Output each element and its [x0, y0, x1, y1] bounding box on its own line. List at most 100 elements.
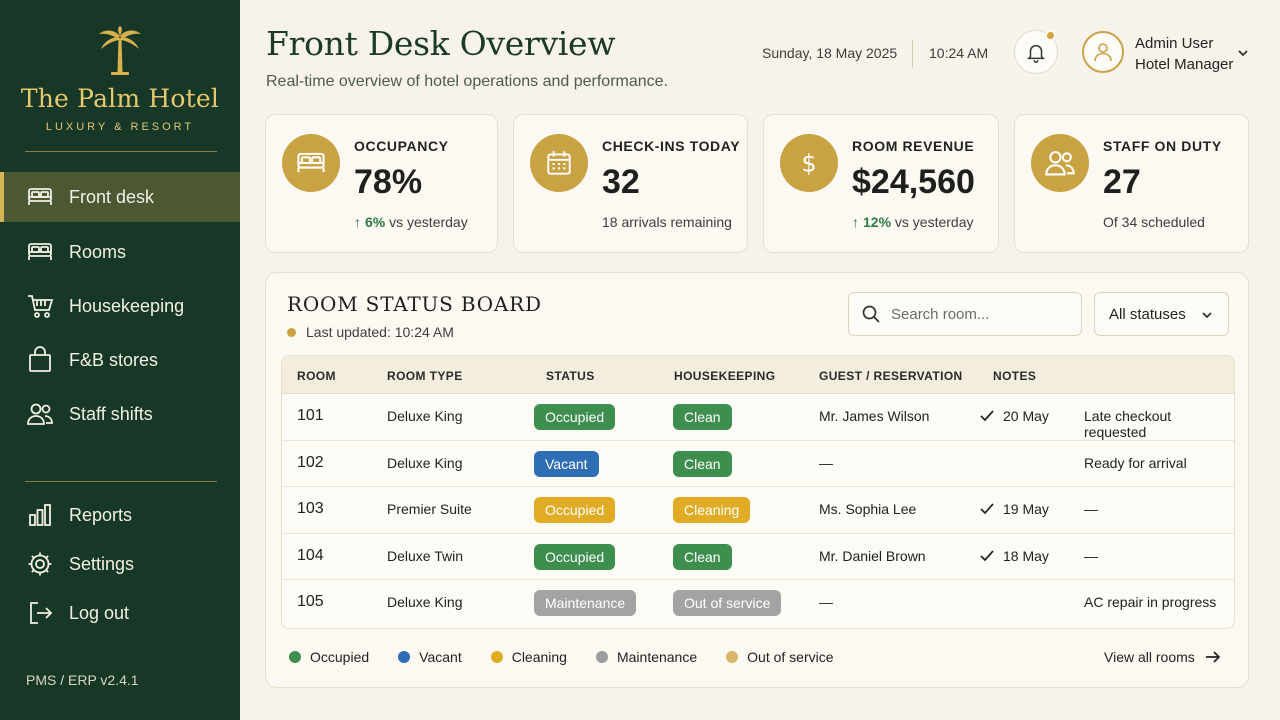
room-number: 102 [297, 453, 324, 471]
checkout-date-text: 20 May [1003, 408, 1049, 424]
guest-name: — [819, 454, 833, 471]
legend-occupied: Occupied [289, 649, 369, 665]
notification-badge [1045, 30, 1056, 41]
chevron-down-icon[interactable] [1236, 46, 1250, 60]
column-header-guest[interactable]: GUEST / RESERVATION [819, 369, 963, 383]
sidebar-item-staff-shifts[interactable]: Staff shifts [0, 389, 240, 439]
status-dot [287, 327, 296, 337]
calendar-icon [547, 151, 571, 175]
legend-dot [398, 651, 411, 663]
cart-icon [28, 295, 54, 318]
sidebar-item-fb-stores[interactable]: F&B stores [0, 335, 240, 385]
arrow-up-icon: ↑ [852, 214, 859, 230]
room-type: Deluxe Twin [387, 547, 464, 564]
current-date: Sunday, 18 May 2025 [762, 45, 898, 61]
palm-tree-icon [99, 26, 141, 75]
room-type: Deluxe King [387, 594, 463, 610]
sidebar-item-label: Log out [69, 602, 130, 623]
legend-dot [595, 651, 608, 663]
column-header-notes[interactable]: NOTES [993, 369, 1036, 383]
table-row[interactable]: 102 Deluxe King Vacant Clean — Ready for arri… [282, 441, 1234, 487]
user-avatar[interactable] [1082, 31, 1124, 73]
status-filter-value: All statuses [1109, 305, 1186, 323]
sidebar-item-housekeeping[interactable]: Housekeeping [0, 281, 240, 331]
view-all-rooms-link[interactable]: View all rooms [1104, 649, 1221, 665]
column-header-room-type[interactable]: ROOM TYPE [387, 369, 463, 383]
notifications-button[interactable] [1014, 30, 1058, 74]
room-number: 101 [297, 407, 324, 424]
current-time: 10:24 AM [929, 45, 989, 61]
stat-value: 27 [1103, 163, 1141, 201]
search-room-box[interactable] [848, 292, 1082, 336]
sidebar-divider [25, 151, 217, 152]
sidebar-item-label: Reports [69, 504, 133, 525]
housekeeping-badge: Out of service [673, 590, 782, 616]
search-room-input[interactable] [891, 305, 1071, 323]
stat-card-occupancy: OCCUPANCY 78% ↑ 6% vs yesterday [265, 114, 498, 253]
sidebar-item-logout[interactable]: Log out [0, 588, 240, 638]
sidebar-item-front-desk[interactable]: Front desk [0, 172, 240, 222]
check-icon [980, 549, 994, 561]
stat-value: 78% [354, 163, 423, 201]
stat-note: Of 34 scheduled [1103, 214, 1205, 230]
bar-chart-icon [29, 504, 51, 526]
room-type: Deluxe King [387, 454, 463, 471]
status-badge: Occupied [534, 404, 616, 430]
sidebar-item-label: Front desk [69, 186, 155, 207]
dollar-icon: $ [802, 150, 817, 178]
room-notes: Late checkout requested [1084, 408, 1172, 440]
view-all-label: View all rooms [1104, 649, 1195, 665]
legend-dot [726, 651, 739, 663]
svg-text:$: $ [802, 150, 817, 178]
trend-percent: 12% [863, 214, 892, 230]
header-divider [912, 40, 913, 68]
table-row[interactable]: 103 Premier Suite Occupied Cleaning Ms. Soph… [282, 487, 1234, 534]
shopping-bag-icon [29, 346, 51, 372]
sidebar-item-label: Rooms [69, 241, 127, 262]
table-row[interactable]: 101 Deluxe King Occupied Clean Mr. James Wil… [282, 394, 1234, 441]
user-icon [1094, 43, 1112, 62]
status-filter-dropdown[interactable]: All statuses [1094, 292, 1229, 336]
checkout-date: 20 May [980, 408, 1049, 424]
legend-label: Cleaning [511, 649, 567, 665]
legend-label: Maintenance [616, 649, 698, 665]
last-updated: Last updated: 10:24 AM [287, 324, 454, 340]
sidebar: The Palm Hotel LUXURY & RESORT Front des… [0, 0, 240, 720]
sidebar-item-label: F&B stores [69, 349, 159, 370]
users-icon [27, 403, 53, 425]
room-status-table: ROOM ROOM TYPE STATUS HOUSEKEEPING GUEST… [281, 355, 1235, 629]
table-row[interactable]: 105 Deluxe King Maintenance Out of service —… [282, 580, 1234, 627]
sidebar-item-label: Settings [69, 553, 135, 574]
hotel-logo[interactable]: The Palm Hotel LUXURY & RESORT [0, 26, 240, 133]
check-icon [980, 503, 994, 515]
sidebar-item-rooms[interactable]: Rooms [0, 227, 240, 277]
trend-percent: 6% [365, 214, 386, 230]
room-number: 104 [297, 546, 324, 564]
legend-cleaning: Cleaning [490, 649, 567, 665]
trend-note: vs yesterday [389, 214, 468, 230]
page-subtitle: Real-time overview of hotel operations a… [266, 73, 668, 90]
guest-name: Mr. James Wilson [819, 408, 930, 424]
guest-name: Mr. Daniel Brown [819, 547, 926, 564]
room-type: Premier Suite [387, 501, 472, 517]
sidebar-item-reports[interactable]: Reports [0, 490, 240, 540]
app-version: PMS / ERP v2.4.1 [26, 672, 139, 688]
checkout-date-text: 18 May [1003, 547, 1049, 564]
stat-value: 32 [602, 163, 640, 201]
stat-label: OCCUPANCY [354, 138, 449, 154]
stat-card-staff: STAFF ON DUTY 27 Of 34 scheduled [1014, 114, 1249, 253]
table-row[interactable]: 104 Deluxe Twin Occupied Clean Mr. Daniel Br… [282, 534, 1234, 580]
bed-icon [297, 152, 325, 173]
column-header-status[interactable]: STATUS [546, 369, 595, 383]
column-header-room[interactable]: ROOM [297, 369, 336, 383]
room-notes: AC repair in progress [1084, 594, 1217, 610]
sidebar-item-label: Staff shifts [69, 403, 153, 424]
legend-label: Occupied [310, 649, 370, 665]
room-type: Deluxe King [387, 408, 463, 424]
stat-label: CHECK-INS TODAY [602, 138, 741, 154]
room-notes: Ready for arrival [1084, 454, 1187, 471]
sidebar-item-settings[interactable]: Settings [0, 539, 240, 589]
user-name[interactable]: Admin User [1135, 35, 1213, 52]
column-header-housekeeping[interactable]: HOUSEKEEPING [674, 369, 776, 383]
stat-label: STAFF ON DUTY [1103, 138, 1222, 154]
